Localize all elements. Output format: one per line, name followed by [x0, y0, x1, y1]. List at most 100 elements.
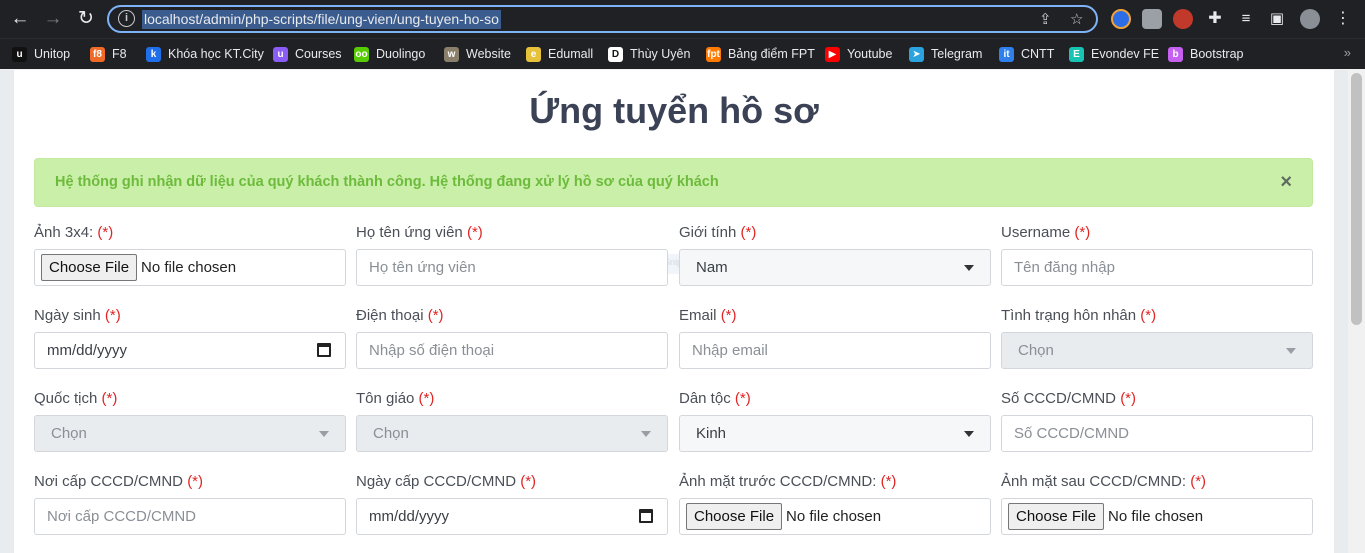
text-input[interactable]: Nhập số điện thoại — [356, 332, 668, 369]
side-panel-icon[interactable]: ▣ — [1266, 8, 1288, 30]
form-field: Tôn giáo (*) Chọn — [356, 389, 668, 452]
file-status-text: No file chosen — [1108, 508, 1204, 525]
field-label-text: Dân tộc — [679, 390, 731, 407]
text-input[interactable]: Số CCCD/CMND — [1001, 415, 1313, 452]
bookmark-favicon-icon: b — [1168, 46, 1183, 62]
calendar-icon[interactable] — [317, 343, 331, 357]
bug-extension-icon[interactable] — [1173, 9, 1193, 29]
input-placeholder: Họ tên ứng viên — [369, 259, 476, 276]
bookmark-item[interactable]: f8 F8 — [90, 44, 127, 64]
required-marker: (*) — [104, 307, 121, 324]
bookmark-label: Unitop — [34, 47, 71, 61]
field-label: Ảnh mặt sau CCCD/CMND: (*) — [1001, 472, 1313, 492]
select-dropdown[interactable]: Chọn — [1001, 332, 1313, 369]
field-label-text: Họ tên ứng viên — [356, 224, 463, 241]
bookmark-label: CNTT — [1021, 47, 1055, 61]
field-label: Quốc tịch (*) — [34, 389, 346, 409]
field-label-text: Số CCCD/CMND — [1001, 390, 1117, 407]
field-label-text: Tôn giáo — [356, 390, 415, 407]
profile-avatar[interactable] — [1300, 9, 1320, 29]
bookmark-item[interactable]: u Unitop — [12, 44, 70, 64]
alert-message: Hệ thống ghi nhận dữ liệu của quý khách … — [55, 174, 719, 190]
camera-extension-icon[interactable] — [1142, 9, 1162, 29]
required-marker: (*) — [418, 390, 435, 407]
form-field: Quốc tịch (*) Chọn — [34, 389, 346, 452]
bookmark-item[interactable]: b Bootstrap — [1168, 44, 1244, 64]
back-arrow-icon[interactable]: ← — [9, 8, 31, 30]
calendar-icon[interactable] — [639, 509, 653, 523]
field-label-text: Ảnh mặt trước CCCD/CMND: — [679, 473, 877, 490]
bookmark-label: Telegram — [931, 47, 983, 61]
bookmark-item[interactable]: ▶ Youtube — [825, 44, 892, 64]
bookmark-item[interactable]: it CNTT — [999, 44, 1054, 64]
file-input[interactable]: Choose File No file chosen — [1001, 498, 1313, 535]
select-value: Nam — [696, 259, 728, 276]
extension-browser-icon[interactable] — [1111, 9, 1131, 29]
share-icon[interactable]: ⇪ — [1039, 10, 1052, 30]
text-input[interactable]: Nhập email — [679, 332, 991, 369]
bookmark-item[interactable]: k Khóa học KT.City — [146, 44, 264, 64]
field-label-text: Ảnh 3x4: — [34, 224, 94, 241]
select-dropdown[interactable]: Chọn — [34, 415, 346, 452]
required-marker: (*) — [1140, 307, 1157, 324]
date-input[interactable]: mm/dd/yyyy — [34, 332, 346, 369]
site-info-icon[interactable]: i — [118, 10, 135, 27]
bookmark-item[interactable]: u Courses — [273, 44, 342, 64]
bookmark-favicon-icon: f8 — [90, 46, 105, 62]
bookmark-item[interactable]: e Edumall — [526, 44, 593, 64]
form-field: Họ tên ứng viên (*) Họ tên ứng viên — [356, 223, 668, 286]
date-input[interactable]: mm/dd/yyyy — [356, 498, 668, 535]
bookmark-favicon-icon: ▶ — [825, 46, 840, 62]
reload-icon[interactable]: ↻ — [75, 8, 97, 30]
input-placeholder: Nhập số điện thoại — [369, 342, 495, 359]
select-value: Kinh — [696, 425, 727, 442]
file-input[interactable]: Choose File No file chosen — [34, 249, 346, 286]
bookmark-item[interactable]: D Thùy Uyên — [608, 44, 690, 64]
required-marker: (*) — [720, 307, 737, 324]
bookmark-item[interactable]: fpt Bảng điểm FPT — [706, 44, 815, 64]
date-value: mm/dd/yyyy — [47, 342, 128, 359]
chevron-down-icon — [641, 431, 651, 437]
bookmark-label: Duolingo — [376, 47, 426, 61]
select-dropdown[interactable]: Nam — [679, 249, 991, 286]
text-input[interactable]: Tên đăng nhập — [1001, 249, 1313, 286]
text-input[interactable]: Nơi cấp CCCD/CMND — [34, 498, 346, 535]
choose-file-button[interactable]: Choose File — [1008, 503, 1105, 530]
bookmark-favicon-icon: E — [1069, 46, 1084, 62]
select-dropdown[interactable]: Chọn — [356, 415, 668, 452]
file-input[interactable]: Choose File No file chosen — [679, 498, 991, 535]
bookmark-star-icon[interactable]: ☆ — [1070, 10, 1083, 30]
menu-dots-icon[interactable]: ⋮ — [1332, 8, 1354, 30]
field-label-text: Quốc tịch — [34, 390, 98, 407]
media-queue-icon[interactable]: ≡ — [1235, 8, 1257, 30]
form-field: Email (*) Nhập email — [679, 306, 991, 369]
required-marker: (*) — [97, 224, 114, 241]
form-field: Nơi cấp CCCD/CMND (*) Nơi cấp CCCD/CMND — [34, 472, 346, 535]
scrollbar-thumb[interactable] — [1351, 73, 1362, 325]
forward-arrow-icon[interactable]: → — [42, 8, 64, 30]
form-field: Giới tính (*) Nam — [679, 223, 991, 286]
field-label: Tôn giáo (*) — [356, 389, 668, 409]
text-input[interactable]: Họ tên ứng viên — [356, 249, 668, 286]
select-dropdown[interactable]: Kinh — [679, 415, 991, 452]
choose-file-button[interactable]: Choose File — [686, 503, 783, 530]
required-marker: (*) — [740, 224, 757, 241]
scrollbar[interactable] — [1348, 70, 1365, 553]
form-field: Tình trạng hôn nhân (*) Chọn — [1001, 306, 1313, 369]
bookmark-item[interactable]: ➤ Telegram — [909, 44, 982, 64]
choose-file-button[interactable]: Choose File — [41, 254, 138, 281]
chevron-down-icon — [319, 431, 329, 437]
bookmark-item[interactable]: oo Duolingo — [354, 44, 425, 64]
bookmark-item[interactable]: w Website — [444, 44, 511, 64]
page-viewport: Ứng tuyển hồ sơ Hệ thống ghi nhận dữ liệ… — [0, 70, 1365, 553]
close-icon[interactable]: × — [1280, 170, 1292, 194]
select-value: Chọn — [1018, 342, 1054, 359]
url-text[interactable]: localhost/admin/php-scripts/file/ung-vie… — [142, 10, 501, 29]
more-bookmarks-icon[interactable]: » — [1344, 45, 1351, 60]
bookmark-favicon-icon: fpt — [706, 46, 721, 62]
date-value: mm/dd/yyyy — [369, 508, 450, 525]
bookmark-label: Website — [466, 47, 511, 61]
address-bar[interactable]: i localhost/admin/php-scripts/file/ung-v… — [107, 5, 1098, 33]
extensions-puzzle-icon[interactable]: ✚ — [1204, 8, 1226, 30]
bookmark-item[interactable]: E Evondev FE — [1069, 44, 1159, 64]
